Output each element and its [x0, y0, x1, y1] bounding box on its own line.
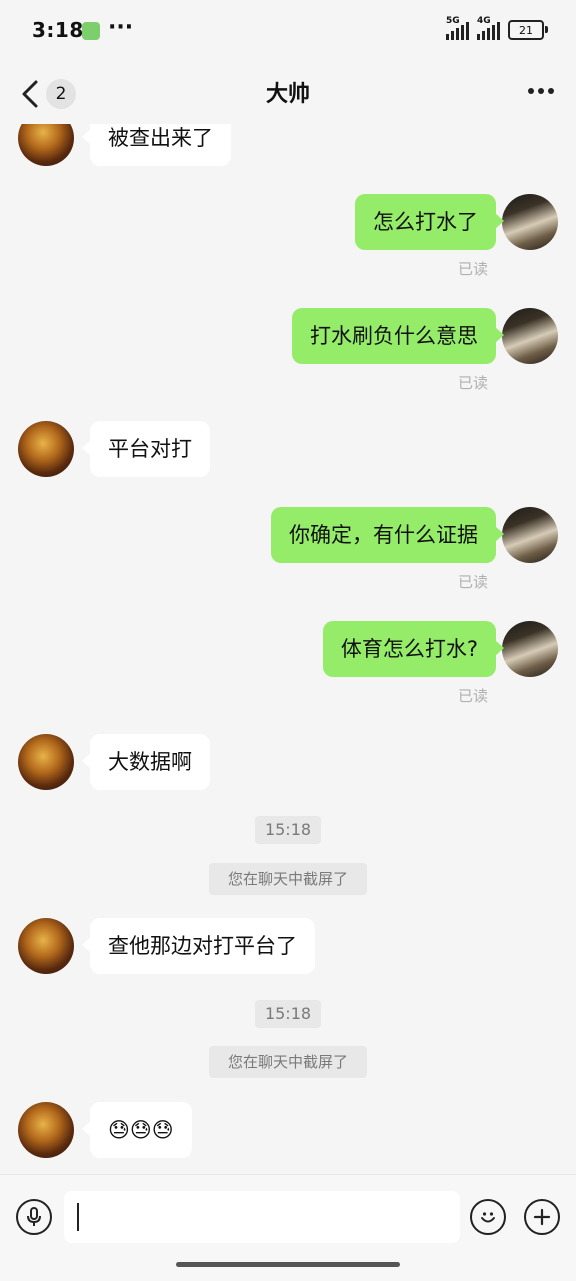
my-avatar[interactable]	[502, 308, 558, 364]
read-receipt: 已读	[457, 374, 488, 392]
system-notice: 您在聊天中截屏了	[209, 863, 367, 895]
received-message[interactable]: 查他那边对打平台了	[82, 918, 315, 974]
read-receipt: 已读	[457, 573, 488, 591]
signal-5g-icon: 5G	[446, 16, 469, 40]
my-avatar[interactable]	[502, 507, 558, 563]
sent-message[interactable]: 你确定，有什么证据	[271, 507, 504, 563]
contact-avatar[interactable]	[18, 734, 74, 790]
message-input[interactable]	[64, 1191, 460, 1243]
more-dots-icon[interactable]	[528, 88, 554, 94]
contact-avatar[interactable]	[18, 421, 74, 477]
more-notifications-icon: ···	[108, 15, 134, 40]
received-message[interactable]: 被查出来了	[82, 124, 231, 166]
my-avatar[interactable]	[502, 194, 558, 250]
read-receipt: 已读	[457, 260, 488, 278]
home-indicator[interactable]	[176, 1262, 400, 1267]
text-caret	[77, 1203, 79, 1231]
battery-icon: 21	[508, 20, 548, 40]
signal-4g-icon: 4G	[477, 16, 500, 40]
sent-message[interactable]: 打水刷负什么意思	[292, 308, 504, 364]
received-message[interactable]: 平台对打	[82, 421, 210, 477]
message-list[interactable]: 被查出来了 怎么打水了 已读 打水刷负什么意思 已读 平台对打 你确定，有什么证…	[0, 124, 576, 1174]
emoji-icon	[481, 1212, 495, 1223]
system-notice: 您在聊天中截屏了	[209, 1046, 367, 1078]
status-time: 3:18	[32, 18, 84, 42]
plus-button[interactable]	[524, 1199, 560, 1235]
read-receipt: 已读	[457, 687, 488, 705]
voice-button[interactable]	[16, 1199, 52, 1235]
contact-avatar[interactable]	[18, 124, 74, 166]
status-bar: 3:18 ··· 5G 4G 21	[0, 0, 576, 64]
emoji-button[interactable]	[470, 1199, 506, 1235]
chat-title: 大帅	[265, 82, 310, 107]
timestamp: 15:18	[255, 1000, 321, 1028]
contact-avatar[interactable]	[18, 918, 74, 974]
sent-message[interactable]: 体育怎么打水?	[322, 621, 505, 677]
battery-level: 21	[519, 23, 533, 37]
voice-icon	[27, 1207, 41, 1226]
received-message[interactable]: 大数据啊	[82, 734, 210, 790]
timestamp: 15:18	[255, 816, 321, 844]
my-avatar[interactable]	[502, 621, 558, 677]
received-message[interactable]: 😓😓😓	[82, 1102, 192, 1158]
plus-icon	[533, 1208, 551, 1226]
contact-avatar[interactable]	[18, 1102, 74, 1158]
sent-message[interactable]: 怎么打水了	[355, 194, 504, 250]
chat-header: 2 大帅	[0, 64, 576, 124]
status-indicators: 5G 4G 21	[446, 16, 548, 40]
wechat-notification-icon	[82, 22, 100, 40]
